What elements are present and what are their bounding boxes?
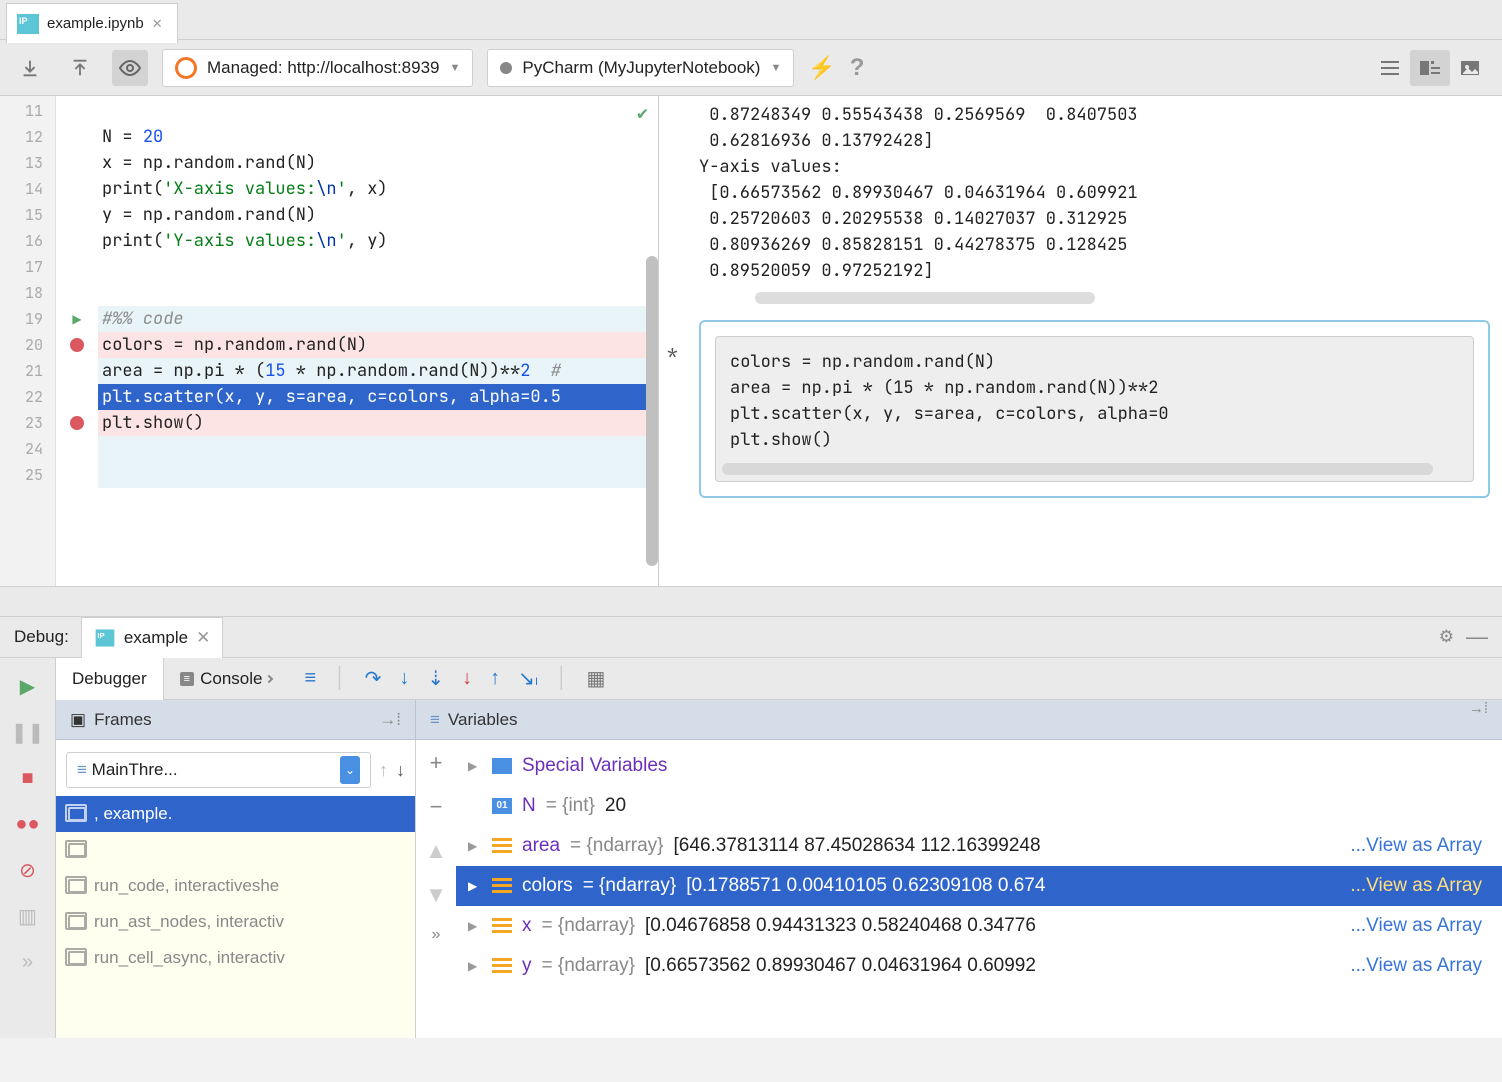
more-button[interactable]: » xyxy=(14,948,42,976)
horizontal-scrollbar[interactable] xyxy=(755,292,1095,304)
frame-item[interactable]: run_cell_async, interactiv xyxy=(56,940,415,976)
debug-panel: ▶ ❚❚ ■ ●● ⊘ ▥ » Debugger ≡Console ≡ │ ↷ … xyxy=(0,658,1502,1038)
gear-icon[interactable]: ⚙ xyxy=(1439,627,1454,647)
step-over-button[interactable]: ↷ xyxy=(365,666,382,691)
frame-item[interactable]: , example. xyxy=(56,796,415,832)
step-out-button[interactable]: ↑ xyxy=(490,667,500,690)
server-label: Managed: http://localhost:8939 xyxy=(207,58,440,78)
cell-running-marker: * xyxy=(667,342,678,365)
debug-toolwindow-header: Debug: example ✕ ⚙ — xyxy=(0,616,1502,658)
output-panel: 0.87248349 0.55543438 0.2569569 0.840750… xyxy=(659,96,1502,586)
editor-tabbar: example.ipynb ✕ xyxy=(0,0,1502,40)
cell-source-preview: colors = np.random.rand(N)area = np.pi *… xyxy=(715,336,1474,482)
force-step-into-button[interactable]: ↓ xyxy=(462,667,472,690)
next-frame-button[interactable]: ↓ xyxy=(396,760,405,781)
code-editor[interactable]: N = 20x = np.random.rand(N)print('X-axis… xyxy=(98,96,658,586)
run-to-cursor-button[interactable]: ↘I xyxy=(518,666,538,691)
frame-item[interactable] xyxy=(56,832,415,868)
line-number-gutter: 111213141516171819202122232425 xyxy=(0,96,56,586)
remove-watch-button[interactable]: − xyxy=(430,794,443,820)
frame-item[interactable]: run_ast_nodes, interactiv xyxy=(56,904,415,940)
editor-split: 111213141516171819202122232425 ▶ N = 20x… xyxy=(0,96,1502,586)
tab-debugger[interactable]: Debugger xyxy=(56,658,164,700)
step-into-mycode-button[interactable]: ⇣ xyxy=(427,666,444,691)
view-breakpoints-button[interactable]: ●● xyxy=(14,810,42,838)
frames-icon: ▣ xyxy=(70,710,86,730)
more-button[interactable]: » xyxy=(432,926,441,944)
split-view-button[interactable] xyxy=(1410,50,1450,86)
jupyter-icon xyxy=(175,57,197,79)
add-watch-button[interactable]: + xyxy=(430,750,443,776)
stop-button[interactable]: ■ xyxy=(14,764,42,792)
step-into-button[interactable]: ↓ xyxy=(399,667,409,690)
frames-panel: ≡ MainThre... ⌄ ↑ ↓ , example. run_code, … xyxy=(56,740,416,1038)
pin-icon[interactable]: →⁞ xyxy=(379,710,401,730)
kernel-status-icon xyxy=(500,62,512,74)
minimize-button[interactable]: — xyxy=(1466,624,1488,650)
breakpoint-gutter[interactable]: ▶ xyxy=(56,96,98,586)
variable-row[interactable]: 01N = {int} 20 xyxy=(456,786,1502,826)
code-only-view-button[interactable] xyxy=(1370,50,1410,86)
debug-tabstrip: Debugger ≡Console ≡ │ ↷ ↓ ⇣ ↓ ↑ ↘I │ ▦ xyxy=(56,658,1502,700)
debug-panel-headers: ▣ Frames →⁞ ≡ Variables →⁞ xyxy=(56,700,1502,740)
variables-panel: + − ▲ ▼ » ▶Special Variables01N = {int} … xyxy=(416,740,1502,1038)
debug-main: Debugger ≡Console ≡ │ ↷ ↓ ⇣ ↓ ↑ ↘I │ ▦ ▣… xyxy=(56,658,1502,1038)
inspection-ok-icon: ✔ xyxy=(637,102,648,125)
chevron-updown-icon: ⌄ xyxy=(340,756,360,784)
chevron-down-icon: ▼ xyxy=(450,62,461,74)
watch-down-button[interactable]: ▼ xyxy=(425,882,447,908)
variable-row[interactable]: ▶y = {ndarray} [0.66573562 0.89930467 0.… xyxy=(456,946,1502,986)
kernel-selector[interactable]: PyCharm (MyJupyterNotebook) ▼ xyxy=(487,49,794,87)
view-mode-group xyxy=(1370,50,1490,86)
variable-row[interactable]: ▶area = {ndarray} [646.37813114 87.45028… xyxy=(456,826,1502,866)
run-cell-above-button[interactable] xyxy=(62,50,98,86)
resume-button[interactable]: ▶ xyxy=(14,672,42,700)
mute-breakpoints-button[interactable]: ⊘ xyxy=(14,856,42,884)
variable-row[interactable]: ▶Special Variables xyxy=(456,746,1502,786)
cell-output-text: 0.87248349 0.55543438 0.2569569 0.840750… xyxy=(699,102,1490,284)
layout-button[interactable]: ▥ xyxy=(14,902,42,930)
jupyter-server-selector[interactable]: Managed: http://localhost:8939 ▼ xyxy=(162,49,473,87)
close-icon[interactable]: ✕ xyxy=(196,628,210,648)
debug-header-label: Debug: xyxy=(14,627,69,647)
kernel-label: PyCharm (MyJupyterNotebook) xyxy=(522,58,760,78)
variable-row[interactable]: ▶x = {ndarray} [0.04676858 0.94431323 0.… xyxy=(456,906,1502,946)
horizontal-scrollbar[interactable] xyxy=(722,463,1433,475)
debug-session-label: example xyxy=(124,628,188,648)
chevron-down-icon: ▼ xyxy=(770,62,781,74)
variable-row[interactable]: ▶colors = {ndarray} [0.1788571 0.0041010… xyxy=(456,866,1502,906)
preview-only-view-button[interactable] xyxy=(1450,50,1490,86)
variables-gutter: + − ▲ ▼ » xyxy=(416,740,456,1038)
help-button[interactable]: ? xyxy=(850,54,865,82)
ipynb-icon xyxy=(95,630,114,647)
run-cell-below-button[interactable] xyxy=(12,50,48,86)
trusted-icon[interactable]: ⚡ xyxy=(808,55,835,81)
close-icon[interactable]: ✕ xyxy=(152,16,163,32)
ipynb-icon xyxy=(17,14,39,34)
prev-frame-button[interactable]: ↑ xyxy=(379,760,388,781)
variables-icon: ≡ xyxy=(430,710,440,730)
evaluate-expression-button[interactable]: ▦ xyxy=(587,666,606,691)
file-tab[interactable]: example.ipynb ✕ xyxy=(6,3,178,43)
thread-selector[interactable]: ≡ MainThre... ⌄ xyxy=(66,752,371,788)
debug-side-toolbar: ▶ ❚❚ ■ ●● ⊘ ▥ » xyxy=(0,658,56,1038)
notebook-toolbar: Managed: http://localhost:8939 ▼ PyCharm… xyxy=(0,40,1502,96)
tab-console[interactable]: ≡Console xyxy=(164,658,289,700)
debug-session-tab[interactable]: example ✕ xyxy=(81,617,224,659)
show-execution-point-button[interactable]: ≡ xyxy=(304,667,316,690)
variables-header: ≡ Variables xyxy=(416,700,532,739)
preview-toggle-button[interactable] xyxy=(112,50,148,86)
file-tab-label: example.ipynb xyxy=(47,15,144,32)
active-cell-preview: colors = np.random.rand(N)area = np.pi *… xyxy=(699,320,1490,498)
pause-button[interactable]: ❚❚ xyxy=(14,718,42,746)
vertical-scrollbar[interactable] xyxy=(646,256,658,566)
frame-list[interactable]: , example. run_code, interactivesherun_as… xyxy=(56,796,415,1038)
frame-item[interactable]: run_code, interactiveshe xyxy=(56,868,415,904)
watch-up-button[interactable]: ▲ xyxy=(425,838,447,864)
pin-icon[interactable]: →⁞ xyxy=(1455,700,1502,739)
stepping-toolbar: ≡ │ ↷ ↓ ⇣ ↓ ↑ ↘I │ ▦ xyxy=(304,666,605,691)
variable-list[interactable]: ▶Special Variables01N = {int} 20▶area = … xyxy=(456,740,1502,1038)
frames-header: ▣ Frames →⁞ xyxy=(56,700,416,739)
